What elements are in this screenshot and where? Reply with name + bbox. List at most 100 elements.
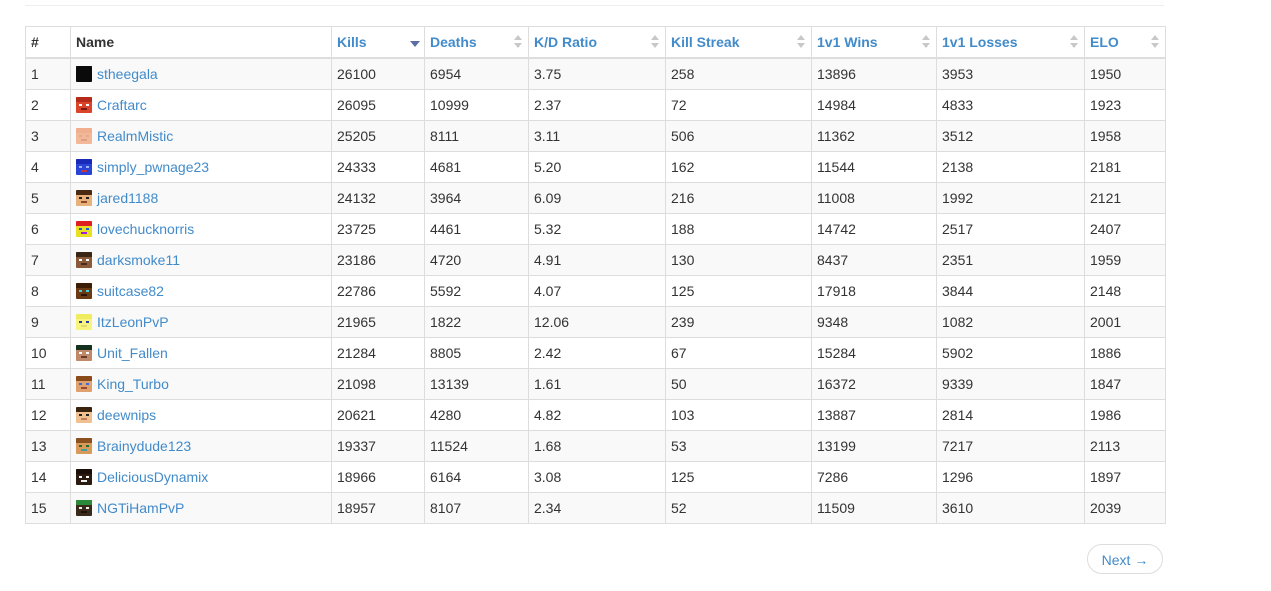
kill-streak-cell: 72 <box>665 89 812 121</box>
player-avatar-icon <box>76 159 92 175</box>
kill-streak-cell: 216 <box>665 182 812 214</box>
table-body: 1 stheegala 26100 6954 3.75 258 13896 3953 1950 2… <box>25 57 1166 524</box>
column-header-label: ELO <box>1090 34 1119 50</box>
kd-ratio-cell: 2.37 <box>528 89 666 121</box>
player-avatar-icon <box>76 221 92 237</box>
rank-cell: 6 <box>25 213 71 245</box>
player-name-link[interactable]: Unit_Fallen <box>97 345 168 361</box>
column-header-label: Deaths <box>430 34 477 50</box>
rank-cell: 10 <box>25 337 71 369</box>
table-row: 6 lovechucknorris 23725 4461 5.32 188 14742 251… <box>25 213 1166 245</box>
sort-both-icon[interactable] <box>1070 35 1078 51</box>
kill-streak-cell: 162 <box>665 151 812 183</box>
kd-ratio-cell: 1.61 <box>528 368 666 400</box>
table-row: 11 King_Turbo 21098 13139 1.61 50 16372 9339 184… <box>25 368 1166 400</box>
sort-both-icon[interactable] <box>1151 35 1159 51</box>
elo-column-header[interactable]: ELO <box>1084 26 1166 59</box>
leaderboard-table: # Name Kills Deaths K/D Ratio Kill Streak 1v1 … <box>25 26 1166 524</box>
deaths-cell: 3964 <box>424 182 529 214</box>
player-avatar-icon <box>76 345 92 361</box>
wins-cell: 11509 <box>811 492 937 524</box>
deaths-cell: 8111 <box>424 120 529 152</box>
losses-cell: 3844 <box>936 275 1085 307</box>
deaths-cell: 4681 <box>424 151 529 183</box>
kills-cell: 21284 <box>331 337 425 369</box>
player-name-link[interactable]: simply_pwnage23 <box>97 159 209 175</box>
rank-cell: 1 <box>25 57 71 90</box>
rank-cell: 7 <box>25 244 71 276</box>
player-name-link[interactable]: DeliciousDynamix <box>97 469 208 485</box>
player-name-link[interactable]: Brainydude123 <box>97 438 191 454</box>
losses-column-header[interactable]: 1v1 Losses <box>936 26 1085 59</box>
losses-cell: 4833 <box>936 89 1085 121</box>
wins-cell: 11008 <box>811 182 937 214</box>
table-row: 3 RealmMistic 25205 8111 3.11 506 11362 3512 195… <box>25 120 1166 152</box>
name-cell: RealmMistic <box>70 120 332 152</box>
column-header-label: Name <box>76 34 115 50</box>
column-header-label: 1v1 Losses <box>942 34 1018 50</box>
wins-column-header[interactable]: 1v1 Wins <box>811 26 937 59</box>
deaths-cell: 8805 <box>424 337 529 369</box>
kill-streak-cell: 258 <box>665 57 812 90</box>
wins-cell: 11544 <box>811 151 937 183</box>
player-name-link[interactable]: jared1188 <box>97 190 158 206</box>
next-page-button[interactable]: Next → <box>1087 544 1163 574</box>
sort-both-icon[interactable] <box>514 35 522 51</box>
kill-streak-cell: 53 <box>665 430 812 462</box>
kill-streak-column-header[interactable]: Kill Streak <box>665 26 812 59</box>
kills-column-header[interactable]: Kills <box>331 26 425 59</box>
name-cell: Unit_Fallen <box>70 337 332 369</box>
wins-cell: 15284 <box>811 337 937 369</box>
player-name-link[interactable]: Craftarc <box>97 97 147 113</box>
player-name-link[interactable]: deewnips <box>97 407 156 423</box>
losses-cell: 2814 <box>936 399 1085 431</box>
kd-ratio-column-header[interactable]: K/D Ratio <box>528 26 666 59</box>
sort-desc-icon[interactable] <box>410 35 420 51</box>
player-name-link[interactable]: ItzLeonPvP <box>97 314 169 330</box>
kd-ratio-cell: 5.20 <box>528 151 666 183</box>
rank-cell: 8 <box>25 275 71 307</box>
losses-cell: 2351 <box>936 244 1085 276</box>
kd-ratio-cell: 6.09 <box>528 182 666 214</box>
name-cell: deewnips <box>70 399 332 431</box>
name-cell: Brainydude123 <box>70 430 332 462</box>
kills-cell: 22786 <box>331 275 425 307</box>
player-name-link[interactable]: darksmoke11 <box>97 252 180 268</box>
sort-both-icon[interactable] <box>922 35 930 51</box>
column-header-label: K/D Ratio <box>534 34 597 50</box>
elo-cell: 2001 <box>1084 306 1166 338</box>
kills-cell: 21965 <box>331 306 425 338</box>
elo-cell: 1923 <box>1084 89 1166 121</box>
name-cell: ItzLeonPvP <box>70 306 332 338</box>
sort-both-icon[interactable] <box>651 35 659 51</box>
player-name-link[interactable]: stheegala <box>97 66 158 82</box>
player-name-link[interactable]: suitcase82 <box>97 283 164 299</box>
kills-cell: 18957 <box>331 492 425 524</box>
table-row: 4 simply_pwnage23 24333 4681 5.20 162 11544 213… <box>25 151 1166 183</box>
deaths-cell: 4720 <box>424 244 529 276</box>
losses-cell: 2517 <box>936 213 1085 245</box>
elo-cell: 2181 <box>1084 151 1166 183</box>
table-header-row: # Name Kills Deaths K/D Ratio Kill Streak 1v1 … <box>25 26 1166 59</box>
column-header-label: # <box>31 34 39 50</box>
sort-both-icon[interactable] <box>797 35 805 51</box>
kill-streak-cell: 188 <box>665 213 812 245</box>
wins-cell: 7286 <box>811 461 937 493</box>
player-name-link[interactable]: RealmMistic <box>97 128 173 144</box>
name-cell: lovechucknorris <box>70 213 332 245</box>
kd-ratio-cell: 5.32 <box>528 213 666 245</box>
name-cell: King_Turbo <box>70 368 332 400</box>
table-row: 12 deewnips 20621 4280 4.82 103 13887 2814 1986 <box>25 399 1166 431</box>
deaths-cell: 6954 <box>424 57 529 90</box>
rank-cell: 13 <box>25 430 71 462</box>
player-name-link[interactable]: King_Turbo <box>97 376 169 392</box>
wins-cell: 11362 <box>811 120 937 152</box>
elo-cell: 1886 <box>1084 337 1166 369</box>
player-name-link[interactable]: lovechucknorris <box>97 221 194 237</box>
wins-cell: 13199 <box>811 430 937 462</box>
player-name-link[interactable]: NGTiHamPvP <box>97 500 184 516</box>
losses-cell: 3512 <box>936 120 1085 152</box>
wins-cell: 17918 <box>811 275 937 307</box>
kd-ratio-cell: 2.42 <box>528 337 666 369</box>
deaths-column-header[interactable]: Deaths <box>424 26 529 59</box>
